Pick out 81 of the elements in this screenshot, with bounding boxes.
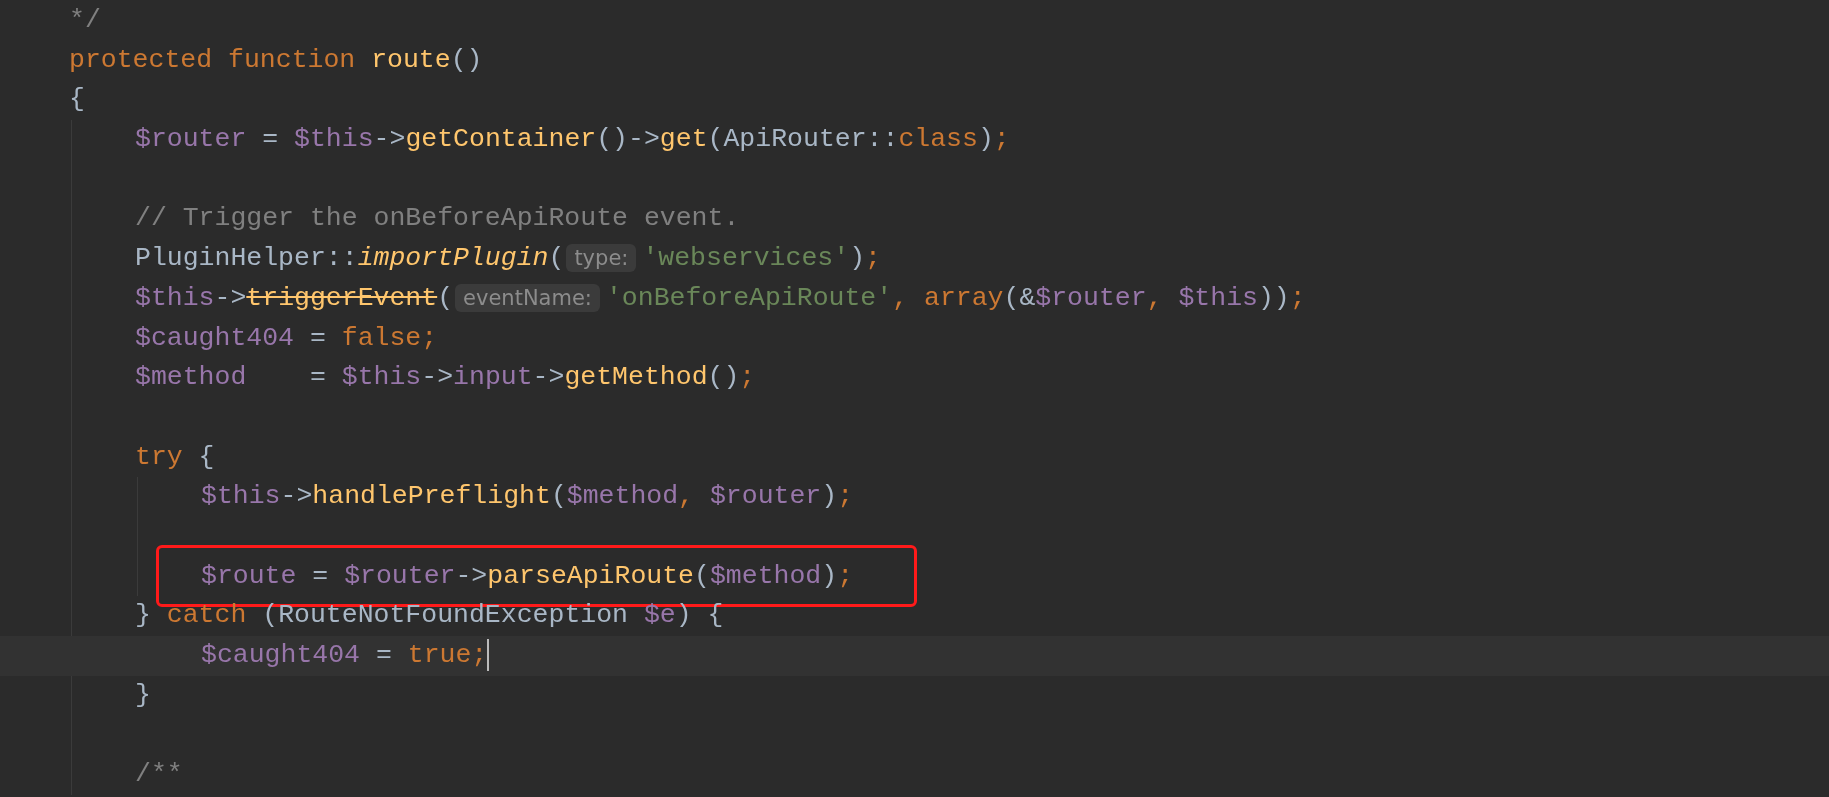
keyword: catch (166, 600, 247, 631)
keyword: function (228, 44, 357, 75)
keyword: ; (993, 124, 1010, 155)
code-text: = (374, 640, 393, 670)
code-text: ) (977, 124, 994, 155)
keyword: ; (1289, 282, 1306, 313)
variable: $router (135, 124, 247, 155)
code-text: = (308, 322, 327, 353)
variable: $this (341, 362, 422, 393)
parameter-hint: eventName: (455, 283, 600, 312)
function-name: handlePreflight (312, 481, 551, 512)
code-text: -> (532, 362, 565, 393)
code-text: { (197, 441, 215, 472)
code-text: ) (821, 481, 838, 512)
function-name: getMethod (564, 362, 708, 393)
keyword: ; (837, 481, 854, 512)
code-text: = (311, 560, 330, 591)
function-name: parseApiRoute (487, 560, 694, 591)
code-text: ) (821, 560, 838, 591)
code-text: -> (421, 362, 454, 393)
variable: $caught404 (201, 640, 361, 670)
code-text: () (450, 44, 483, 75)
code-text: ( (550, 481, 567, 512)
variable: $router (1035, 282, 1147, 313)
code-text: ( (694, 560, 710, 591)
code-comment: /** (135, 759, 183, 790)
keyword: true; (407, 640, 488, 670)
keyword: , array (892, 282, 1004, 313)
variable: $this (294, 124, 374, 155)
parameter-hint: type: (566, 244, 637, 273)
variable: $method (709, 560, 822, 591)
text-cursor (487, 639, 490, 671)
code-comment: */ (69, 5, 101, 35)
string-literal: 'webservices' (642, 243, 850, 274)
keyword: ; (739, 362, 756, 393)
keyword: protected (69, 44, 214, 75)
code-text: (& (1003, 282, 1036, 313)
variable: $route (201, 560, 297, 591)
code-text: } (135, 600, 152, 631)
code-text: )) (1257, 282, 1290, 313)
code-text: ( (548, 243, 565, 274)
code-text: -> (455, 560, 488, 591)
code-text: (RouteNotFoundException (261, 600, 629, 631)
keyword: class (898, 124, 978, 155)
variable: $e (643, 600, 676, 631)
code-text: = (261, 124, 280, 155)
deprecated-call: triggerEvent (246, 282, 438, 313)
variable: $this (1178, 282, 1258, 313)
keyword: ; (837, 560, 854, 591)
variable: $router (709, 481, 822, 512)
variable: $method (566, 481, 679, 512)
keyword: ; (865, 243, 881, 274)
code-text: ) (849, 243, 866, 274)
keyword: , (1146, 282, 1164, 313)
code-text: ()-> (596, 124, 660, 155)
code-text: ) { (675, 600, 724, 631)
code-text: (ApiRouter:: (707, 124, 899, 155)
variable: $caught404 (135, 322, 295, 353)
variable: $method (135, 362, 247, 393)
keyword: , (678, 481, 695, 512)
code-text: = (308, 362, 327, 393)
keyword: try (135, 441, 183, 472)
code-text: -> (373, 124, 406, 155)
code-text: ( (437, 282, 454, 313)
variable: $router (344, 560, 456, 591)
function-name: getContainer (405, 124, 597, 155)
static-call: importPlugin (357, 243, 549, 274)
code-text: -> (214, 282, 247, 313)
variable: input (453, 362, 533, 393)
function-name: route (371, 44, 451, 75)
code-comment: // Trigger the onBeforeApiRoute event. (135, 203, 740, 234)
keyword: false; (341, 322, 438, 353)
code-text: PluginHelper:: (135, 243, 358, 274)
code-text: -> (280, 481, 313, 512)
function-name: get (659, 124, 708, 155)
code-text: { (69, 84, 85, 115)
string-literal: 'onBeforeApiRoute' (605, 282, 893, 313)
variable: $this (135, 282, 215, 313)
code-text: () (707, 362, 740, 393)
code-text: } (135, 679, 151, 710)
variable: $this (201, 481, 281, 512)
